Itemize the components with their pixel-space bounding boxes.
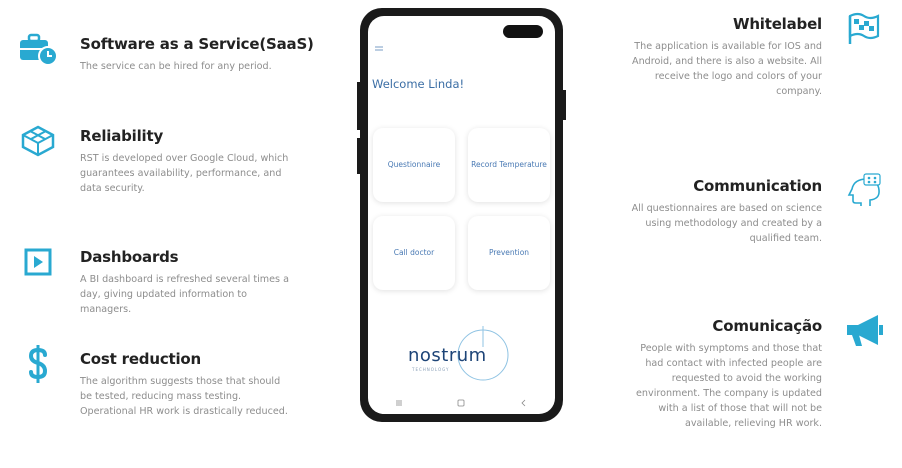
logo-wordmark: nostrum	[408, 345, 487, 366]
tile-record-temperature[interactable]: Record Temperature	[468, 128, 550, 202]
phone-side-button	[563, 90, 566, 120]
cube-icon	[18, 121, 58, 161]
feature-cost-reduction: Cost reduction The algorithm suggests th…	[18, 345, 318, 419]
checkered-flag-icon	[844, 9, 884, 49]
feature-title: Dashboards	[80, 248, 179, 266]
feature-description: A BI dashboard is refreshed several time…	[80, 274, 289, 315]
feature-description: All questionnaires are based on science …	[631, 203, 822, 244]
nostrum-logo: nostrum TECHNOLOGY	[388, 321, 538, 391]
feature-title: Reliability	[80, 127, 164, 145]
feature-comunicacao: Comunicação People with symptoms and tho…	[582, 315, 884, 431]
home-icon[interactable]	[456, 398, 466, 408]
front-camera	[503, 25, 543, 38]
feature-description: The service can be hired for any period.	[80, 61, 272, 72]
recent-apps-icon[interactable]	[394, 398, 404, 408]
feature-description: The algorithm suggests those that should…	[80, 376, 288, 417]
logo-tagline: TECHNOLOGY	[412, 367, 450, 372]
feature-title: Whitelabel	[732, 15, 822, 33]
feature-whitelabel: Whitelabel The application is available …	[582, 12, 884, 99]
dollar-icon	[18, 344, 58, 384]
feature-description: The application is available for IOS and…	[632, 41, 822, 97]
android-nav-bar	[368, 392, 555, 414]
feature-communication: Communication All questionnaires are bas…	[582, 173, 884, 246]
feature-title: Cost reduction	[80, 350, 202, 368]
tile-questionnaire[interactable]: Questionnaire	[373, 128, 455, 202]
head-chat-icon	[844, 171, 884, 211]
phone-screen: Welcome Linda! Questionnaire Record Temp…	[368, 16, 555, 414]
megaphone-icon	[844, 311, 884, 351]
briefcase-clock-icon	[18, 29, 58, 69]
feature-description: People with symptoms and those that had …	[636, 343, 822, 429]
feature-title: Communication	[693, 177, 822, 195]
play-square-icon	[18, 242, 58, 282]
hamburger-menu-icon[interactable]	[373, 40, 385, 52]
back-icon[interactable]	[519, 398, 529, 408]
feature-dashboards: Dashboards A BI dashboard is refreshed s…	[18, 248, 318, 317]
feature-reliability: Reliability RST is developed over Google…	[18, 125, 318, 196]
tile-call-doctor[interactable]: Call doctor	[373, 216, 455, 290]
welcome-heading: Welcome Linda!	[372, 77, 465, 91]
tile-prevention[interactable]: Prevention	[468, 216, 550, 290]
feature-description: RST is developed over Google Cloud, whic…	[80, 153, 289, 194]
feature-title: Software as a Service(SaaS)	[80, 35, 314, 53]
feature-saas: Software as a Service(SaaS) The service …	[18, 33, 318, 74]
feature-title: Comunicação	[712, 317, 822, 335]
phone-mockup: Welcome Linda! Questionnaire Record Temp…	[360, 8, 563, 422]
